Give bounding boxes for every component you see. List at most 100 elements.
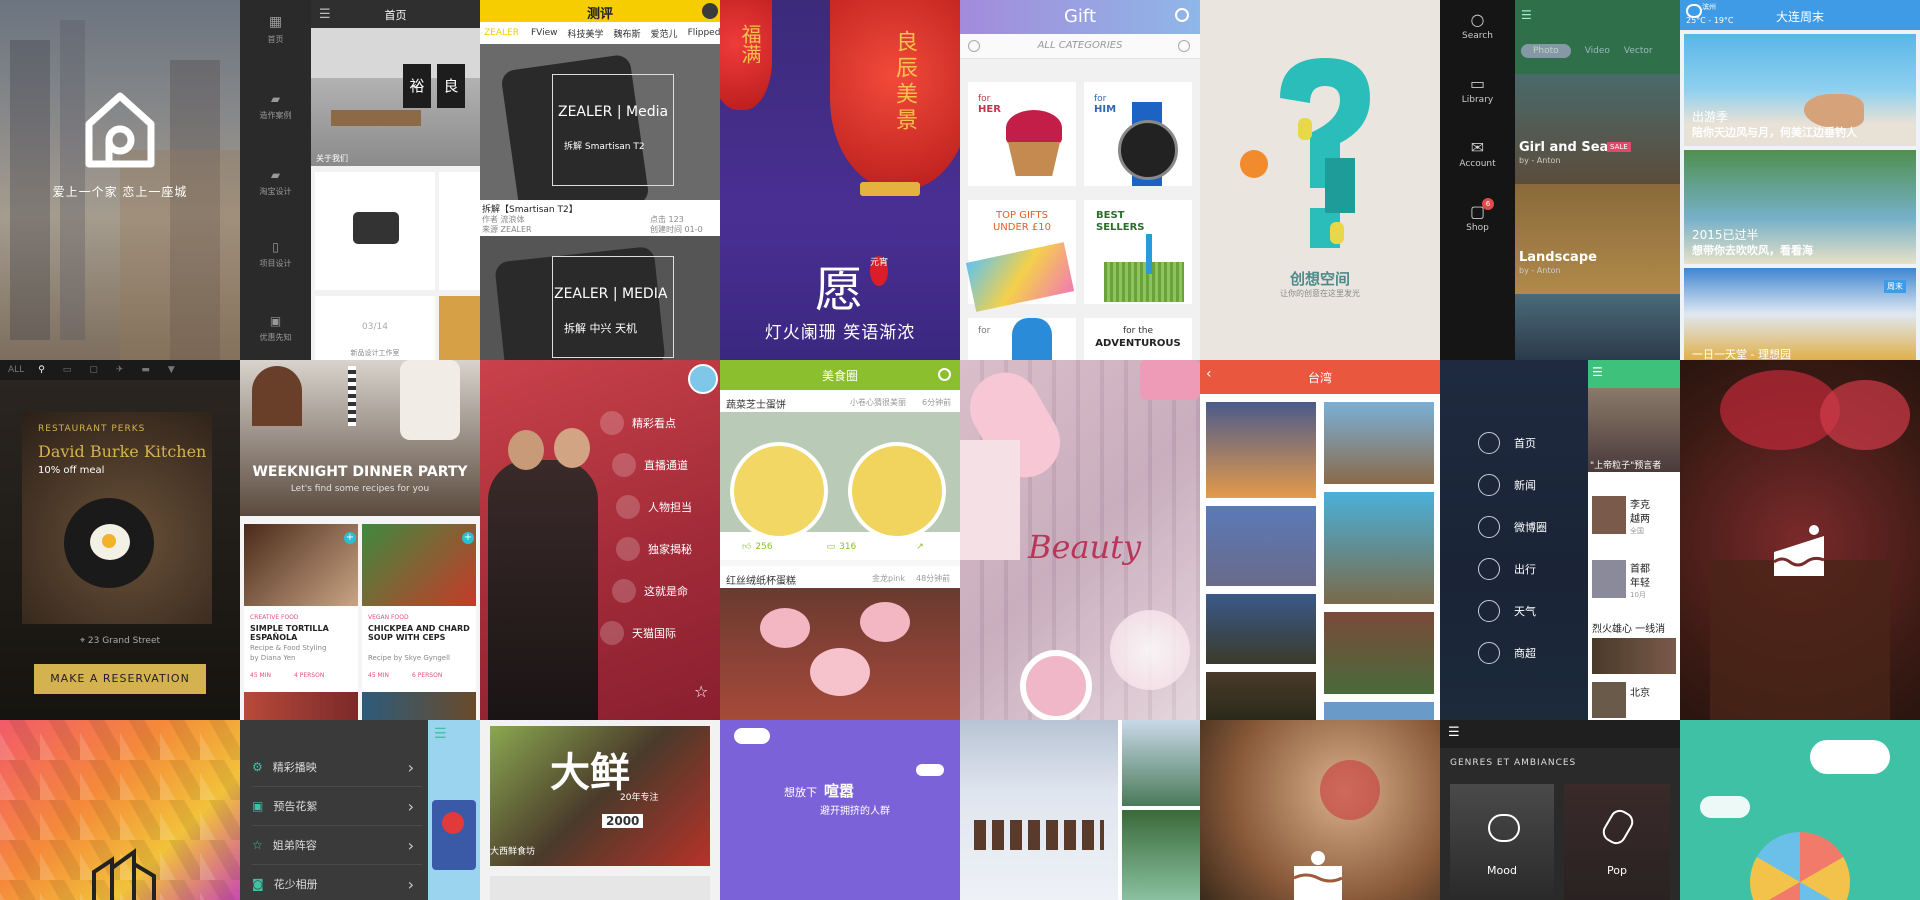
nav-library[interactable]: ▭ Library [1440,74,1515,105]
tab-zealer[interactable]: ZEALER [484,28,519,38]
hamburger-icon[interactable]: ☰ [1592,365,1603,379]
food-post-2[interactable]: 红丝绒纸杯蛋糕 金龙pink 48分钟前 [720,566,960,720]
menu-item-exclusive[interactable]: 独家揭秘 [616,528,720,570]
interior-hero[interactable]: 裕 良 关于我们 [311,28,480,166]
gift-cell-best[interactable]: BEST SELLERS [1084,200,1192,304]
reservation-button[interactable]: MAKE A RESERVATION [34,664,206,694]
menu-item-home[interactable]: 首页 [1478,422,1547,464]
genre-mood[interactable]: Mood [1450,784,1554,900]
taiwan-photo-7[interactable] [1206,672,1316,720]
sidebar-item-cases[interactable]: ▰ 造作案例 [240,92,311,121]
taiwan-photo-3[interactable] [1206,506,1316,586]
dinner-card-2[interactable]: + VEGAN FOOD CHICKPEA AND CHARD SOUP WIT… [362,524,476,720]
menu-item-live[interactable]: 直播通道 [612,444,720,486]
tab-tech[interactable]: 科技美学 [568,27,604,40]
sidebar-item-offer[interactable]: ▣ 优惠先知 [240,314,311,343]
zealer-list-item[interactable]: 拆解【Smartisan T2】 作者 流浪体 来源 ZEALER 点击 123… [480,200,720,236]
fork-icon[interactable]: ⚲ [38,365,45,375]
gift-cell-adventurous[interactable]: for the ADVENTUROUS [1084,318,1192,360]
menu-item-cast[interactable]: ☆ 姐弟阵容 › [252,826,422,865]
news-hero[interactable]: "上帝粒子"预言者 [1588,388,1680,472]
zealer-card-2[interactable]: ZEALER | MEDIA 拆解 中兴 天机 [480,236,720,360]
menu-item-fate[interactable]: 这就是命 [612,570,720,612]
zealer-card2-sub: 拆解 中兴 天机 [564,322,637,335]
search-icon[interactable] [938,368,951,381]
dinner-card-1[interactable]: + CREATIVE FOOD SIMPLE TORTILLA ESPAÑOLA… [244,524,358,720]
nav-search[interactable]: ○ Search [1440,10,1515,41]
food-post-1[interactable]: 蔬菜芝士蛋饼 小卷心猜很美丽 6分钟前 👍︎ 256 ▭ 316 ↗ [720,390,960,560]
nav-account[interactable]: ✉ Account [1440,138,1515,169]
tab-flipped[interactable]: Flipped [688,28,720,38]
taiwan-photo-4[interactable] [1324,492,1434,604]
menu-item-travel[interactable]: 出行 [1478,548,1547,590]
menu-item-weather[interactable]: 天气 [1478,590,1547,632]
news-icon [1478,474,1500,496]
sidebar-item-taobao[interactable]: ▰ 淘宝设计 [240,168,311,197]
add-icon[interactable]: + [344,532,356,544]
cart-icon: ▢ [1469,202,1486,221]
hamburger-icon[interactable]: ☰ [1448,725,1460,740]
tile-lantern: 福满 良辰美景 愿 元宵 灯火阑珊 笑语渐浓 [720,0,960,360]
menu-item-people[interactable]: 人物担当 [616,486,720,528]
taiwan-photo-1[interactable] [1206,402,1316,498]
gift-cell-under10[interactable]: TOP GIFTS UNDER £10 [965,200,1076,312]
plane-icon[interactable]: ✈ [116,365,124,375]
gift-cell-her[interactable]: for HER [968,82,1076,186]
dalian-card-1[interactable]: 出游季 陪你天边风与月，何美江边垂钓人 [1684,34,1916,146]
star-icon[interactable]: ☆ [694,682,708,701]
tab-ifanr[interactable]: 爱范儿 [651,27,678,40]
search-icon[interactable] [1175,8,1189,22]
filter-all[interactable]: ALL [8,365,24,375]
avatar[interactable] [688,364,718,394]
car-icon[interactable]: ▭ [63,365,72,375]
taiwan-photo-6[interactable] [1324,612,1434,694]
hamburger-icon[interactable]: ☰ [1521,8,1532,22]
menu-item-highlights[interactable]: 精彩看点 [600,402,720,444]
quiet-b: 喧嚣 [824,782,855,800]
menu-item-shop[interactable]: 商超 [1478,632,1547,674]
filter-icon[interactable]: ▼ [168,365,175,375]
menu-item-news[interactable]: 新闻 [1478,464,1547,506]
menu-item-weibo[interactable]: 微博圈 [1478,506,1547,548]
tab-vector[interactable]: Vector [1624,46,1653,56]
comment-icon[interactable]: ▭ [827,542,836,552]
gift-cell-kids[interactable]: for [968,318,1076,360]
gift-categories-bar[interactable]: ALL CATEGORIES [960,34,1200,59]
share-icon[interactable]: ↗ [916,542,924,552]
sidebar-item-project[interactable]: ▯ 项目设计 [240,240,311,269]
news-row[interactable]: 李克 越两 全国 [1588,494,1680,544]
sidebar-item-home[interactable]: ▦ 首页 [240,14,311,45]
tab-video[interactable]: Video [1585,46,1610,56]
taiwan-photo-5[interactable] [1206,594,1316,664]
microphone-icon [1599,806,1637,848]
bag-icon[interactable]: ▢ [89,365,98,375]
like-icon[interactable]: 👍︎ [742,542,751,552]
tab-photo[interactable]: Photo [1521,44,1571,58]
winter-photo-3[interactable] [1122,810,1200,900]
stock-item-girl[interactable]: Girl and Sea SALE by - Anton [1515,74,1680,184]
add-icon-2[interactable]: + [462,532,474,544]
hamburger-icon[interactable]: ☰ [434,726,447,742]
profile-icon[interactable] [702,3,718,19]
gift-cell-him[interactable]: for HIM [1084,82,1192,186]
tab-fview[interactable]: FView [531,28,558,38]
nav-shop[interactable]: ▢ 6 Shop [1440,198,1515,233]
stock-item-landscape[interactable]: Landscape by - Anton [1515,184,1680,294]
menu-item-trailer[interactable]: ▣ 预告花絮 › [252,787,422,826]
winter-photo-1[interactable] [960,720,1118,900]
tab-wbs[interactable]: 魏布斯 [614,27,641,40]
dalian-card-2[interactable]: 2015已过半 想带你去吹吹风，看看海 [1684,150,1916,264]
chevron-right-icon[interactable] [1178,40,1190,52]
bed-icon[interactable]: ▬ [141,365,150,375]
winter-photo-2[interactable] [1122,720,1200,806]
interior-card-typewriter[interactable] [315,172,435,290]
menu-item-album[interactable]: ◙ 花少相册 › [252,865,422,900]
menu-item-play[interactable]: ⚙ 精彩播映 › [252,748,422,787]
zealer-card-1[interactable]: ZEALER | Media 拆解 Smartisan T2 [480,44,720,221]
taiwan-photo-8[interactable] [1324,702,1434,720]
taiwan-photo-2[interactable] [1324,402,1434,484]
dalian-card-3[interactable]: 周末 一日一天堂 - 理想园 [1684,268,1916,360]
menu-item-tmall-intl[interactable]: 天猫国际 [600,612,720,654]
news-row-2[interactable]: 首都 年轻 10月 [1588,558,1680,608]
genre-pop[interactable]: Pop [1564,784,1670,900]
